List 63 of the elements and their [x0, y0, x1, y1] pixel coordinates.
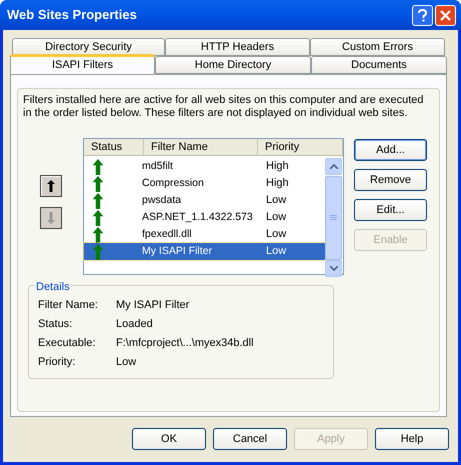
tab[interactable]: HTTP Headers	[165, 38, 310, 56]
filter-row[interactable]: Compression High	[84, 175, 325, 192]
dialog-button[interactable]: OK	[132, 428, 206, 450]
tab[interactable]: Documents	[311, 56, 447, 74]
down-arrow-icon	[47, 212, 55, 224]
scroll-up-button[interactable]	[325, 158, 342, 175]
filter-name: md5filt	[142, 158, 174, 174]
detail-value: My ISAPI Filter	[116, 298, 190, 314]
up-arrow-icon	[47, 180, 55, 192]
description-text: Filters installed here are active for all web sites on this computer and are executed in the order listed below. These filters are not displayed on individual web sites.	[23, 94, 424, 120]
dialog-button[interactable]: Cancel	[213, 428, 287, 450]
help-button[interactable]	[412, 4, 433, 26]
filter-priority: Low	[266, 210, 286, 226]
filter-priority: Low	[266, 227, 286, 242]
action-button[interactable]: Remove	[354, 169, 427, 191]
action-button[interactable]: Add...	[354, 139, 427, 161]
column-header[interactable]: Filter Name	[144, 139, 258, 155]
detail-value: F:\mfcproject\...\myex34b.dll	[116, 336, 254, 352]
filter-name: My ISAPI Filter	[142, 244, 214, 259]
detail-value: Low	[116, 355, 136, 370]
status-arrow-icon	[92, 244, 104, 260]
chevron-up-icon	[330, 164, 338, 169]
tab[interactable]: ISAPI Filters	[10, 54, 155, 74]
filter-name: Compression	[142, 176, 205, 191]
chevron-down-icon	[330, 266, 338, 271]
detail-label: Executable:	[38, 336, 96, 352]
tab[interactable]: Directory Security	[12, 38, 165, 56]
scroll-down-button[interactable]	[325, 260, 342, 277]
move-up-button[interactable]	[40, 175, 62, 197]
scroll-thumb[interactable]	[325, 176, 342, 260]
filter-priority: Low	[266, 193, 286, 208]
filter-row[interactable]: md5filt High	[84, 158, 325, 175]
scrollbar[interactable]	[325, 158, 342, 277]
filter-priority: High	[266, 176, 289, 192]
detail-label: Status:	[38, 317, 74, 332]
filter-row[interactable]: pwsdata Low	[84, 192, 325, 209]
dialog-button[interactable]: Help	[375, 428, 449, 450]
close-button[interactable]	[435, 4, 456, 26]
filter-row[interactable]: fpexedll.dll Low	[84, 226, 325, 243]
filter-row[interactable]: ASP.NET_1.1.4322.573 Low	[84, 209, 325, 226]
close-icon	[440, 10, 451, 20]
tab[interactable]: Home Directory	[155, 56, 311, 74]
detail-label: Priority:	[38, 355, 76, 370]
tab[interactable]: Custom Errors	[310, 38, 445, 56]
status-arrow-icon	[92, 210, 104, 226]
detail-label: Filter Name:	[38, 298, 99, 314]
filter-name: fpexedll.dll	[142, 226, 193, 242]
filter-priority: Low	[266, 244, 286, 260]
filter-name: pwsdata	[142, 192, 182, 208]
question-mark-icon	[418, 8, 427, 22]
filter-priority: High	[266, 159, 289, 174]
status-arrow-icon	[92, 176, 104, 192]
filter-row[interactable]: My ISAPI Filter Low	[84, 243, 325, 260]
action-button[interactable]: Edit...	[354, 199, 427, 221]
column-header[interactable]: Status	[84, 139, 144, 155]
status-arrow-icon	[92, 226, 104, 242]
column-header[interactable]: Priority	[258, 139, 343, 155]
grip-icon	[330, 215, 337, 221]
detail-value: Loaded	[116, 317, 153, 332]
status-arrow-icon	[92, 158, 104, 174]
filter-name: ASP.NET_1.1.4322.573	[142, 210, 254, 225]
window-title: Web Sites Properties	[7, 6, 138, 24]
status-arrow-icon	[92, 192, 104, 208]
